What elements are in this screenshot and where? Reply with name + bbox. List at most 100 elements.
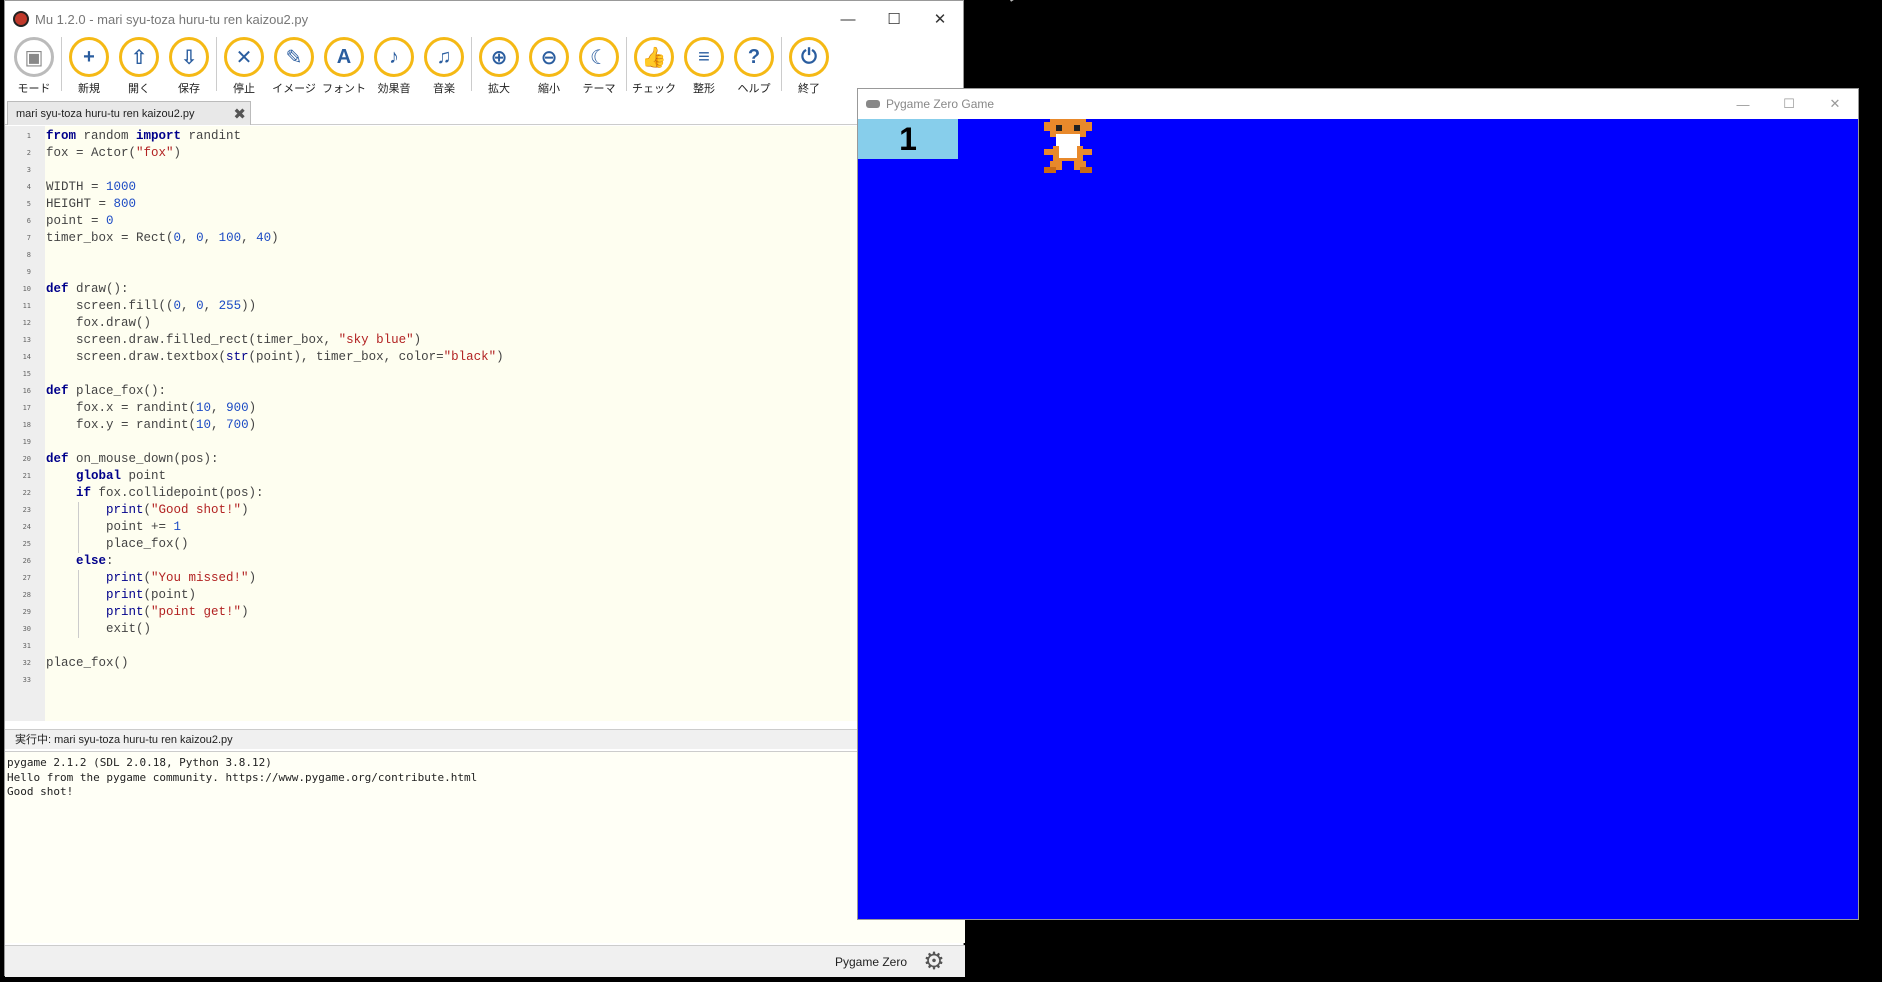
line-number: 12 (22, 319, 31, 327)
code-line[interactable]: 11 screen.fill((0, 0, 255)) (5, 298, 965, 315)
pygame-minimize-button[interactable]: — (1720, 89, 1766, 119)
sounds-icon: ♪ (374, 37, 414, 77)
editor-tab-label: mari syu-toza huru-tu ren kaizou2.py (16, 107, 195, 120)
code-line[interactable]: 15 (5, 366, 965, 383)
toolbar-button-open[interactable]: ⇧ 開く (114, 37, 164, 96)
code-text: timer_box = Rect(0, 0, 100, 40) (46, 231, 279, 245)
toolbar-button-theme[interactable]: ☾ テーマ (574, 37, 624, 96)
toolbar-button-quit[interactable]: ⏻ 終了 (784, 37, 834, 96)
code-line[interactable]: 1 from random import randint (5, 128, 965, 145)
code-line[interactable]: 30 exit() (5, 621, 965, 638)
toolbar-label: 終了 (798, 83, 820, 95)
code-line[interactable]: 29 print("point get!") (5, 604, 965, 621)
code-line[interactable]: 25 place_fox() (5, 536, 965, 553)
line-number: 19 (22, 438, 31, 446)
toolbar-button-tidy[interactable]: ≡ 整形 (679, 37, 729, 96)
code-line[interactable]: 21 global point (5, 468, 965, 485)
toolbar-button-check[interactable]: 👍 チェック (629, 37, 679, 96)
output-pane[interactable]: pygame 2.1.2 (SDL 2.0.18, Python 3.8.12)… (5, 751, 965, 943)
line-number: 26 (22, 557, 31, 565)
code-text: def draw(): (46, 282, 129, 296)
code-editor[interactable]: 1 from random import randint 2 fox = Actor(… (5, 126, 965, 721)
pygame-maximize-button[interactable]: ☐ (1766, 89, 1812, 119)
toolbar-button-stop[interactable]: ✕ 停止 (219, 37, 269, 96)
code-line[interactable]: 31 (5, 638, 965, 655)
code-text: else: (76, 554, 114, 568)
toolbar-label: 整形 (693, 83, 715, 95)
toolbar-button-sounds[interactable]: ♪ 効果音 (369, 37, 419, 96)
toolbar-button-fonts[interactable]: A フォント (319, 37, 369, 96)
code-text: point += 1 (46, 520, 182, 534)
minimize-button[interactable]: — (825, 1, 871, 37)
maximize-button[interactable]: ☐ (871, 1, 917, 37)
pygame-titlebar[interactable]: Pygame Zero Game — ☐ ✕ (858, 89, 1858, 119)
toolbar-label: 保存 (178, 83, 200, 95)
code-line[interactable]: 8 (5, 247, 965, 264)
code-line[interactable]: 26 else: (5, 553, 965, 570)
toolbar-button-zoom-in[interactable]: ⊕ 拡大 (474, 37, 524, 96)
line-number: 10 (22, 285, 31, 293)
code-line[interactable]: 24 point += 1 (5, 519, 965, 536)
toolbar-button-zoom-out[interactable]: ⊖ 縮小 (524, 37, 574, 96)
toolbar-separator (61, 37, 62, 91)
code-line[interactable]: 6 point = 0 (5, 213, 965, 230)
line-number: 25 (22, 540, 31, 548)
code-line[interactable]: 5 HEIGHT = 800 (5, 196, 965, 213)
code-line[interactable]: 3 (5, 162, 965, 179)
toolbar-button-help[interactable]: ? ヘルプ (729, 37, 779, 96)
toolbar-label: 停止 (233, 83, 255, 95)
toolbar-label: テーマ (582, 83, 616, 95)
toolbar-button-music[interactable]: ♫ 音楽 (419, 37, 469, 96)
code-line[interactable]: 4 WIDTH = 1000 (5, 179, 965, 196)
code-line[interactable]: 18 fox.y = randint(10, 700) (5, 417, 965, 434)
code-line[interactable]: 27 print("You missed!") (5, 570, 965, 587)
code-line[interactable]: 32 place_fox() (5, 655, 965, 672)
code-line[interactable]: 7 timer_box = Rect(0, 0, 100, 40) (5, 230, 965, 247)
quit-icon: ⏻ (789, 37, 829, 77)
code-line[interactable]: 19 (5, 434, 965, 451)
pygame-close-button[interactable]: ✕ (1812, 89, 1858, 119)
toolbar-button-new[interactable]: + 新規 (64, 37, 114, 96)
code-line[interactable]: 14 screen.draw.textbox(str(point), timer… (5, 349, 965, 366)
toolbar-label: 開く (128, 83, 150, 95)
tab-close-icon[interactable]: ✖ (233, 105, 246, 123)
code-line[interactable]: 9 (5, 264, 965, 281)
code-line[interactable]: 20 def on_mouse_down(pos): (5, 451, 965, 468)
mu-editor-window: Mu 1.2.0 - mari syu-toza huru-tu ren kai… (4, 0, 965, 977)
toolbar-label: 音楽 (433, 83, 455, 95)
fox-sprite[interactable] (1038, 119, 1098, 179)
code-text: def on_mouse_down(pos): (46, 452, 219, 466)
mu-titlebar[interactable]: Mu 1.2.0 - mari syu-toza huru-tu ren kai… (5, 1, 963, 37)
code-line[interactable]: 10 def draw(): (5, 281, 965, 298)
toolbar-label: 新規 (78, 83, 100, 95)
mode-label[interactable]: Pygame Zero (835, 955, 907, 969)
toolbar-button-mode[interactable]: ▣ モード (9, 37, 59, 96)
code-text: print(point) (106, 588, 197, 602)
code-line[interactable]: 2 fox = Actor("fox") (5, 145, 965, 162)
code-line[interactable]: 22 if fox.collidepoint(pos): (5, 485, 965, 502)
toolbar-separator (216, 37, 217, 91)
gear-icon[interactable]: ⚙ (921, 949, 947, 975)
game-canvas[interactable]: 1 (858, 119, 1858, 919)
line-number: 7 (26, 234, 31, 242)
line-number: 27 (22, 574, 31, 582)
line-number: 31 (22, 642, 31, 650)
code-line[interactable]: 33 (5, 672, 965, 689)
code-line[interactable]: 28 print(point) (5, 587, 965, 604)
new-icon: + (69, 37, 109, 77)
close-button[interactable]: ✕ (917, 1, 963, 37)
code-line[interactable]: 12 fox.draw() (5, 315, 965, 332)
code-line[interactable]: 17 fox.x = randint(10, 900) (5, 400, 965, 417)
code-line[interactable]: 13 screen.draw.filled_rect(timer_box, "s… (5, 332, 965, 349)
code-line[interactable]: 23 print("Good shot!") (5, 502, 965, 519)
line-number: 4 (26, 183, 31, 191)
code-text: fox.x = randint(10, 900) (46, 401, 257, 415)
toolbar-button-save[interactable]: ⇩ 保存 (164, 37, 214, 96)
toolbar-button-images[interactable]: ✎ イメージ (269, 37, 319, 96)
line-number: 1 (26, 132, 31, 140)
line-number: 13 (22, 336, 31, 344)
editor-tab[interactable]: mari syu-toza huru-tu ren kaizou2.py ✖ (7, 101, 251, 125)
code-line[interactable]: 16 def place_fox(): (5, 383, 965, 400)
code-text: from random import randint (46, 129, 242, 143)
toolbar: ▣ モード + 新規 ⇧ 開く ⇩ 保存 ✕ 停止 ✎ イメージ A フォント ♪ 効果音 ♫ 音楽 ⊕ 拡大 ⊖ 縮小 ☾… (5, 37, 963, 99)
